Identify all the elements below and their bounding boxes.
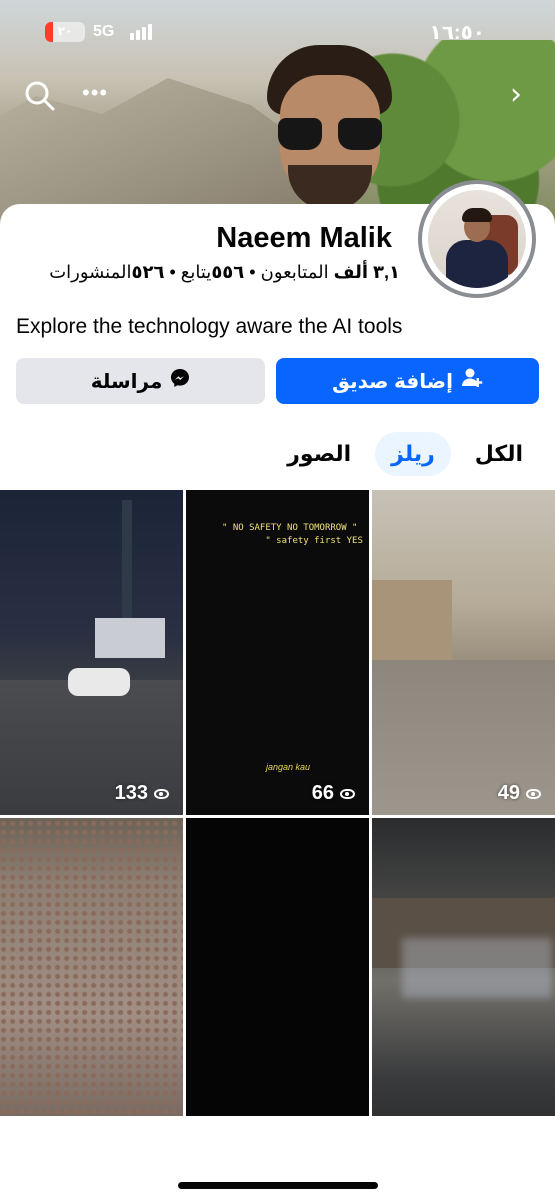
reel-caption: " NO SAFETY NO TOMORROW " " safety first… [222, 523, 369, 546]
reel-views: 66 [312, 782, 355, 805]
followers-count[interactable]: ٣,١ ألف [334, 262, 400, 282]
following-label[interactable]: يتابع [181, 262, 212, 282]
eye-icon [526, 788, 541, 799]
messenger-icon [170, 368, 190, 394]
reel-tile[interactable]: 133 [0, 490, 183, 815]
add-friend-icon [461, 367, 483, 395]
home-indicator[interactable] [178, 1182, 378, 1189]
profile-stats: ٣,١ ألف المتابعون • ٥٥٦يتابع • ٥٢٦المنشو… [49, 262, 400, 283]
reel-view-count: 66 [311, 782, 334, 804]
profile-name: Naeem Malik [216, 222, 392, 254]
profile-avatar[interactable] [418, 180, 536, 298]
tab-photos[interactable]: الصور [271, 432, 367, 476]
reel-tile[interactable]: " NO SAFETY NO TOMORROW " " safety first… [186, 490, 369, 815]
eye-icon [154, 788, 169, 799]
eye-icon [340, 788, 355, 799]
status-bar: ٢٠ 5G ١٦:٥٠ [0, 18, 555, 48]
tab-all[interactable]: الكل [459, 432, 539, 476]
stats-separator: • [244, 262, 261, 282]
add-friend-button[interactable]: إضافة صديق [276, 358, 539, 404]
battery-level: ٢٠ [57, 24, 73, 38]
message-label: مراسلة [90, 370, 163, 393]
status-time: ١٦:٥٠ [429, 22, 485, 44]
reel-views: 49 [498, 782, 541, 805]
tab-reels[interactable]: ريلز [375, 432, 451, 476]
reel-views: 133 [115, 782, 169, 805]
posts-count: ٥٢٦ [131, 262, 165, 282]
reel-tile[interactable]: 49 [372, 490, 555, 815]
reel-view-count: 133 [114, 782, 148, 804]
reel-signature: jangan kau [266, 762, 311, 772]
posts-label: المنشورات [49, 262, 132, 282]
following-count[interactable]: ٥٥٦ [211, 262, 244, 282]
stats-separator: • [164, 262, 181, 282]
signal-icon [130, 24, 156, 40]
profile-bio: Explore the technology aware the AI tool… [16, 315, 403, 338]
cover-person [262, 45, 397, 225]
followers-label[interactable]: المتابعون [261, 262, 329, 282]
add-friend-label: إضافة صديق [332, 370, 453, 393]
reel-tile[interactable] [0, 818, 183, 1116]
reel-view-count: 49 [497, 782, 520, 804]
network-label: 5G [93, 23, 115, 40]
reel-tile[interactable] [372, 818, 555, 1116]
chevron-right-icon[interactable]: › [510, 80, 540, 114]
search-icon[interactable] [24, 80, 56, 112]
battery-icon: ٢٠ [45, 22, 85, 42]
more-icon[interactable]: ••• [82, 82, 110, 110]
content-tabs: الكل ريلز الصور [271, 432, 539, 476]
reels-grid: 133 " NO SAFETY NO TOMORROW " " safety f… [0, 490, 555, 1116]
reel-tile[interactable] [186, 818, 369, 1116]
message-button[interactable]: مراسلة [16, 358, 265, 404]
